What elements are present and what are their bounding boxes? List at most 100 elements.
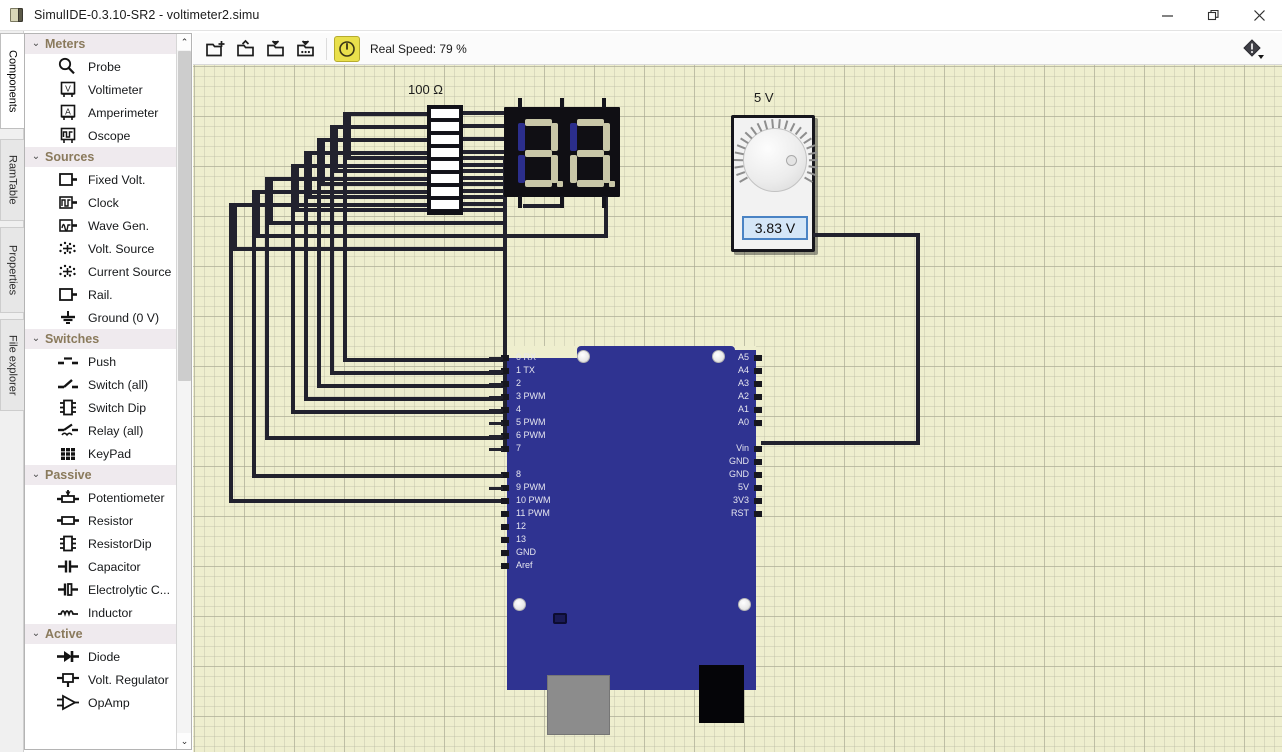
wire-segment[interactable] [321, 138, 429, 142]
component-item-relay-all[interactable]: Relay (all) [25, 419, 177, 442]
wire-segment[interactable] [321, 182, 507, 186]
wire-segment[interactable] [229, 203, 233, 503]
wire-segment[interactable] [295, 208, 507, 212]
close-button[interactable] [1236, 0, 1282, 31]
pin-label: GND [717, 469, 749, 479]
wire-segment[interactable] [291, 164, 295, 414]
wire-segment[interactable] [252, 474, 511, 478]
category-header-passive[interactable]: ⌄Passive [25, 465, 177, 485]
wire-segment[interactable] [233, 203, 237, 251]
component-item-current-source[interactable]: Current Source [25, 260, 177, 283]
component-item-switch-dip[interactable]: Switch Dip [25, 396, 177, 419]
seven-segment-display[interactable] [504, 107, 620, 197]
scroll-down-arrow[interactable]: ⌄ [177, 733, 192, 749]
vertical-tab-file-explorer[interactable]: File explorer [0, 319, 24, 411]
wire-segment[interactable] [459, 202, 507, 206]
potentiometer-knob[interactable] [743, 128, 807, 192]
wire-segment[interactable] [317, 384, 511, 388]
wire-segment[interactable] [523, 204, 563, 208]
component-item-diode[interactable]: Diode [25, 645, 177, 668]
scroll-up-arrow[interactable]: ⌃ [177, 34, 192, 50]
wire-segment[interactable] [304, 397, 511, 401]
open-circuit-button[interactable] [231, 34, 261, 64]
circuit-canvas[interactable]: 100 Ω 5 V [193, 65, 1282, 752]
wire-segment[interactable] [459, 163, 507, 167]
minimize-button[interactable] [1144, 0, 1190, 31]
wire-segment[interactable] [308, 151, 429, 155]
component-item-keypad[interactable]: KeyPad [25, 442, 177, 465]
power-button[interactable] [334, 36, 360, 62]
component-item-opamp[interactable]: OpAmp [25, 691, 177, 714]
wire-segment[interactable] [252, 190, 256, 478]
component-item-clock[interactable]: Clock [25, 191, 177, 214]
wire-segment[interactable] [229, 499, 511, 503]
wire-segment[interactable] [459, 124, 507, 128]
wire-segment[interactable] [233, 247, 507, 251]
knob-tick [740, 138, 749, 145]
component-item-resistordip[interactable]: ResistorDip [25, 532, 177, 555]
category-header-switches[interactable]: ⌄Switches [25, 329, 177, 349]
warning-button[interactable] [1240, 37, 1266, 61]
knob-tick [745, 132, 753, 140]
voltage-readout[interactable]: 3.83 V [742, 216, 808, 240]
wire-segment[interactable] [459, 176, 507, 180]
arduino-uno-board[interactable]: 0 RX 1 TX 2 3 PWM 4 5 PWM 6 PWM 7 [507, 346, 756, 690]
component-item-push[interactable]: Push [25, 350, 177, 373]
wire-segment[interactable] [304, 151, 308, 401]
vertical-tab-components[interactable]: Components [0, 33, 24, 129]
wire-segment[interactable] [317, 138, 321, 388]
vertical-tab-properties[interactable]: Properties [0, 227, 24, 313]
wire-segment[interactable] [256, 190, 260, 238]
wire-segment[interactable] [334, 169, 507, 173]
restore-button[interactable] [1190, 0, 1236, 31]
wire-segment[interactable] [265, 177, 269, 440]
component-item-potentiometer[interactable]: Potentiometer [25, 486, 177, 509]
component-item-resistor[interactable]: Resistor [25, 509, 177, 532]
wire-segment[interactable] [459, 189, 507, 193]
component-item-volt-source[interactable]: Volt. Source [25, 237, 177, 260]
wire-segment[interactable] [419, 234, 608, 238]
wire-segment[interactable] [269, 177, 273, 225]
component-item-switch-all[interactable]: Switch (all) [25, 373, 177, 396]
new-circuit-button[interactable] [201, 34, 231, 64]
wire-segment[interactable] [330, 125, 334, 375]
wire-segment[interactable] [343, 358, 511, 362]
save-circuit-button[interactable] [261, 34, 291, 64]
component-item-wave-gen[interactable]: Wave Gen. [25, 214, 177, 237]
wire-segment[interactable] [459, 137, 507, 141]
panel-scrollbar[interactable]: ⌃ ⌄ [176, 34, 191, 749]
wire-segment[interactable] [343, 112, 347, 362]
wire-segment[interactable] [291, 410, 511, 414]
wire-segment[interactable] [347, 112, 429, 116]
component-item-inductor[interactable]: Inductor [25, 601, 177, 624]
wire-segment[interactable] [334, 125, 429, 129]
category-header-active[interactable]: ⌄Active [25, 624, 177, 644]
wire-segment[interactable] [459, 150, 507, 154]
wire-segment[interactable] [308, 195, 507, 199]
component-item-volt-regulator[interactable]: Volt. Regulator [25, 668, 177, 691]
wire-segment[interactable] [916, 233, 920, 445]
wire-segment[interactable] [265, 436, 511, 440]
wire-segment[interactable] [295, 164, 429, 168]
save-as-button[interactable] [291, 34, 321, 64]
component-item-capacitor[interactable]: Capacitor [25, 555, 177, 578]
component-item-voltimeter[interactable]: VVoltimeter [25, 78, 177, 101]
component-item-rail[interactable]: Rail. [25, 283, 177, 306]
component-item-probe[interactable]: Probe [25, 55, 177, 78]
component-item-amperimeter[interactable]: AAmperimeter [25, 101, 177, 124]
component-item-ground-0-v[interactable]: Ground (0 V) [25, 306, 177, 329]
component-item-oscope[interactable]: Oscope [25, 124, 177, 147]
component-item-electrolytic-c[interactable]: Electrolytic C... [25, 578, 177, 601]
wire-segment[interactable] [813, 233, 920, 237]
category-header-meters[interactable]: ⌄Meters [25, 34, 177, 54]
vertical-tab-ramtable[interactable]: RamTable [0, 139, 24, 221]
wire-segment[interactable] [330, 371, 511, 375]
potentiometer-widget[interactable]: 3.83 V [731, 115, 815, 252]
component-item-fixed-volt[interactable]: Fixed Volt. [25, 168, 177, 191]
resistor-dip[interactable] [427, 105, 463, 215]
category-header-sources[interactable]: ⌄Sources [25, 147, 177, 167]
wire-segment[interactable] [459, 111, 507, 115]
wire-segment[interactable] [761, 441, 920, 445]
pin-label: 5V [717, 482, 749, 492]
scrollbar-thumb[interactable] [178, 51, 191, 381]
